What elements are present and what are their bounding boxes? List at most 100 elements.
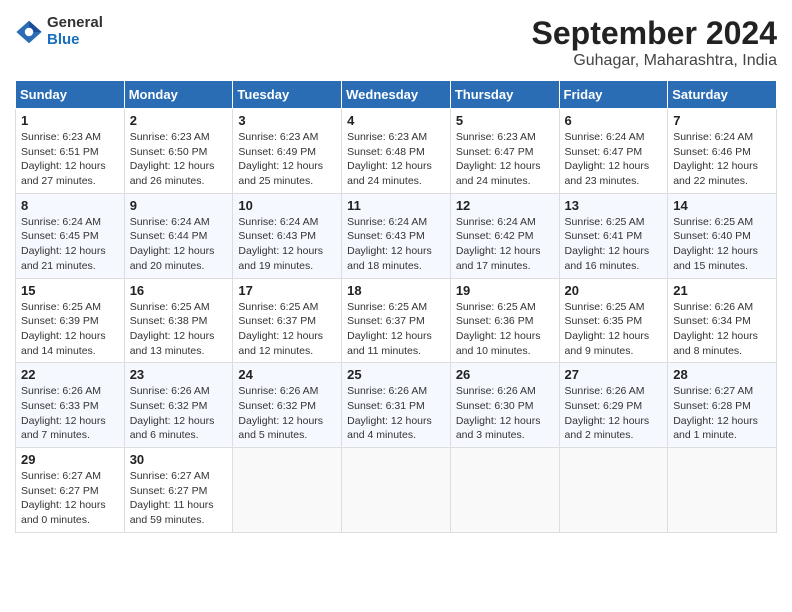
subtitle: Guhagar, Maharashtra, India <box>532 52 777 70</box>
title-area: September 2024 Guhagar, Maharashtra, Ind… <box>532 15 777 70</box>
calendar-cell: 9Sunrise: 6:24 AM Sunset: 6:44 PM Daylig… <box>124 193 233 278</box>
calendar-cell: 20Sunrise: 6:25 AM Sunset: 6:35 PM Dayli… <box>559 278 668 363</box>
day-number: 28 <box>673 367 771 382</box>
day-number: 26 <box>456 367 554 382</box>
day-info: Sunrise: 6:26 AM Sunset: 6:33 PM Dayligh… <box>21 384 119 443</box>
day-number: 13 <box>565 198 663 213</box>
day-info: Sunrise: 6:24 AM Sunset: 6:43 PM Dayligh… <box>238 215 336 274</box>
calendar-cell: 2 Sunrise: 6:23 AM Sunset: 6:50 PM Daylig… <box>124 109 233 194</box>
calendar-cell: 7 Sunrise: 6:24 AM Sunset: 6:46 PM Daylig… <box>668 109 777 194</box>
calendar-cell: 3 Sunrise: 6:23 AM Sunset: 6:49 PM Daylig… <box>233 109 342 194</box>
day-number: 7 <box>673 113 771 128</box>
weekday-header-row: SundayMondayTuesdayWednesdayThursdayFrid… <box>16 81 777 109</box>
day-info: Sunrise: 6:24 AM Sunset: 6:47 PM Dayligh… <box>565 130 663 189</box>
day-info: Sunrise: 6:25 AM Sunset: 6:37 PM Dayligh… <box>347 300 445 359</box>
day-number: 8 <box>21 198 119 213</box>
day-number: 24 <box>238 367 336 382</box>
day-number: 6 <box>565 113 663 128</box>
day-info: Sunrise: 6:26 AM Sunset: 6:30 PM Dayligh… <box>456 384 554 443</box>
day-info: Sunrise: 6:23 AM Sunset: 6:49 PM Dayligh… <box>238 130 336 189</box>
calendar-cell <box>450 448 559 533</box>
day-info: Sunrise: 6:25 AM Sunset: 6:37 PM Dayligh… <box>238 300 336 359</box>
weekday-header-tuesday: Tuesday <box>233 81 342 109</box>
header: General Blue September 2024 Guhagar, Mah… <box>15 15 777 70</box>
day-number: 22 <box>21 367 119 382</box>
day-number: 20 <box>565 283 663 298</box>
day-number: 30 <box>130 452 228 467</box>
logo-text: General Blue <box>47 15 103 48</box>
week-row-3: 15 Sunrise: 6:25 AM Sunset: 6:39 PM Dayli… <box>16 278 777 363</box>
day-info: Sunrise: 6:24 AM Sunset: 6:46 PM Dayligh… <box>673 130 771 189</box>
calendar-cell: 25 Sunrise: 6:26 AM Sunset: 6:31 PM Dayli… <box>342 363 451 448</box>
calendar-cell: 18Sunrise: 6:25 AM Sunset: 6:37 PM Dayli… <box>342 278 451 363</box>
day-info: Sunrise: 6:26 AM Sunset: 6:34 PM Dayligh… <box>673 300 771 359</box>
day-number: 29 <box>21 452 119 467</box>
day-number: 25 <box>347 367 445 382</box>
day-info: Sunrise: 6:23 AM Sunset: 6:48 PM Dayligh… <box>347 130 445 189</box>
calendar-cell: 10 Sunrise: 6:24 AM Sunset: 6:43 PM Dayli… <box>233 193 342 278</box>
weekday-header-wednesday: Wednesday <box>342 81 451 109</box>
logo-blue-text: Blue <box>47 32 103 49</box>
calendar-cell: 21 Sunrise: 6:26 AM Sunset: 6:34 PM Dayli… <box>668 278 777 363</box>
day-number: 15 <box>21 283 119 298</box>
day-info: Sunrise: 6:25 AM Sunset: 6:40 PM Dayligh… <box>673 215 771 274</box>
day-number: 5 <box>456 113 554 128</box>
week-row-4: 22 Sunrise: 6:26 AM Sunset: 6:33 PM Dayli… <box>16 363 777 448</box>
day-info: Sunrise: 6:26 AM Sunset: 6:31 PM Dayligh… <box>347 384 445 443</box>
day-number: 27 <box>565 367 663 382</box>
day-number: 10 <box>238 198 336 213</box>
calendar-cell: 28 Sunrise: 6:27 AM Sunset: 6:28 PM Dayli… <box>668 363 777 448</box>
calendar-cell: 6 Sunrise: 6:24 AM Sunset: 6:47 PM Daylig… <box>559 109 668 194</box>
logo-general-text: General <box>47 15 103 32</box>
day-number: 3 <box>238 113 336 128</box>
day-info: Sunrise: 6:23 AM Sunset: 6:51 PM Dayligh… <box>21 130 119 189</box>
day-info: Sunrise: 6:25 AM Sunset: 6:39 PM Dayligh… <box>21 300 119 359</box>
calendar-cell: 8 Sunrise: 6:24 AM Sunset: 6:45 PM Daylig… <box>16 193 125 278</box>
logo: General Blue <box>15 15 103 48</box>
week-row-1: 1 Sunrise: 6:23 AM Sunset: 6:51 PM Daylig… <box>16 109 777 194</box>
calendar-cell: 30Sunrise: 6:27 AM Sunset: 6:27 PM Dayli… <box>124 448 233 533</box>
calendar-cell: 12Sunrise: 6:24 AM Sunset: 6:42 PM Dayli… <box>450 193 559 278</box>
day-info: Sunrise: 6:25 AM Sunset: 6:41 PM Dayligh… <box>565 215 663 274</box>
logo-icon <box>15 18 43 46</box>
weekday-header-friday: Friday <box>559 81 668 109</box>
calendar-cell: 19 Sunrise: 6:25 AM Sunset: 6:36 PM Dayli… <box>450 278 559 363</box>
calendar-cell: 23Sunrise: 6:26 AM Sunset: 6:32 PM Dayli… <box>124 363 233 448</box>
day-number: 1 <box>21 113 119 128</box>
calendar-cell <box>559 448 668 533</box>
calendar-table: SundayMondayTuesdayWednesdayThursdayFrid… <box>15 80 777 533</box>
main-title: September 2024 <box>532 15 777 52</box>
day-number: 2 <box>130 113 228 128</box>
calendar-cell: 4 Sunrise: 6:23 AM Sunset: 6:48 PM Daylig… <box>342 109 451 194</box>
calendar-cell: 24 Sunrise: 6:26 AM Sunset: 6:32 PM Dayli… <box>233 363 342 448</box>
calendar-cell: 11Sunrise: 6:24 AM Sunset: 6:43 PM Dayli… <box>342 193 451 278</box>
day-info: Sunrise: 6:24 AM Sunset: 6:45 PM Dayligh… <box>21 215 119 274</box>
calendar-cell <box>233 448 342 533</box>
weekday-header-monday: Monday <box>124 81 233 109</box>
day-number: 19 <box>456 283 554 298</box>
weekday-header-sunday: Sunday <box>16 81 125 109</box>
day-number: 17 <box>238 283 336 298</box>
calendar-cell: 27Sunrise: 6:26 AM Sunset: 6:29 PM Dayli… <box>559 363 668 448</box>
day-number: 23 <box>130 367 228 382</box>
day-info: Sunrise: 6:26 AM Sunset: 6:32 PM Dayligh… <box>238 384 336 443</box>
day-number: 4 <box>347 113 445 128</box>
week-row-2: 8 Sunrise: 6:24 AM Sunset: 6:45 PM Daylig… <box>16 193 777 278</box>
calendar-cell: 14Sunrise: 6:25 AM Sunset: 6:40 PM Dayli… <box>668 193 777 278</box>
calendar-cell: 13 Sunrise: 6:25 AM Sunset: 6:41 PM Dayli… <box>559 193 668 278</box>
day-info: Sunrise: 6:23 AM Sunset: 6:50 PM Dayligh… <box>130 130 228 189</box>
day-number: 9 <box>130 198 228 213</box>
day-info: Sunrise: 6:25 AM Sunset: 6:36 PM Dayligh… <box>456 300 554 359</box>
day-info: Sunrise: 6:27 AM Sunset: 6:28 PM Dayligh… <box>673 384 771 443</box>
calendar-cell: 16 Sunrise: 6:25 AM Sunset: 6:38 PM Dayli… <box>124 278 233 363</box>
day-number: 12 <box>456 198 554 213</box>
calendar-cell: 1 Sunrise: 6:23 AM Sunset: 6:51 PM Daylig… <box>16 109 125 194</box>
calendar-cell: 22 Sunrise: 6:26 AM Sunset: 6:33 PM Dayli… <box>16 363 125 448</box>
calendar-cell: 15 Sunrise: 6:25 AM Sunset: 6:39 PM Dayli… <box>16 278 125 363</box>
day-number: 21 <box>673 283 771 298</box>
calendar-cell <box>342 448 451 533</box>
day-info: Sunrise: 6:23 AM Sunset: 6:47 PM Dayligh… <box>456 130 554 189</box>
weekday-header-thursday: Thursday <box>450 81 559 109</box>
day-number: 16 <box>130 283 228 298</box>
day-info: Sunrise: 6:25 AM Sunset: 6:38 PM Dayligh… <box>130 300 228 359</box>
